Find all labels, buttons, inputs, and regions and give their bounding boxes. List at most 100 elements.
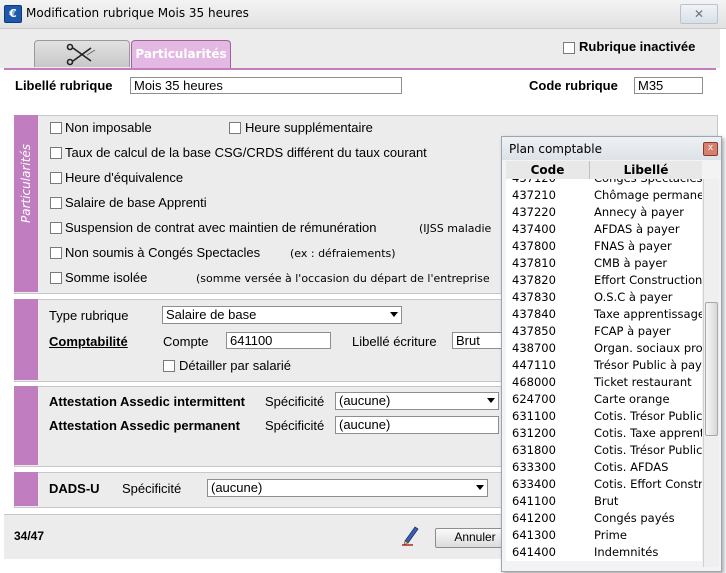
salaire-apprenti-label: Salaire de base Apprenti <box>65 195 207 210</box>
heure-supplementaire-checkbox[interactable] <box>229 122 241 134</box>
table-row[interactable]: 437810 CMB à payer <box>506 255 702 272</box>
table-row[interactable]: 437820 Effort Construction <box>506 272 702 289</box>
row-code: 641400 <box>512 545 556 559</box>
plan-comptable-scrollbar-thumb[interactable] <box>705 302 718 436</box>
table-row[interactable]: 641100 Brut <box>506 493 702 510</box>
table-row[interactable]: 437800 FNAS à payer <box>506 238 702 255</box>
dads-select[interactable]: (aucune) <box>207 479 488 497</box>
type-rubrique-select[interactable]: Salaire de base <box>162 306 402 324</box>
column-header-libelle[interactable]: Libellé <box>590 161 702 179</box>
plan-comptable-close-button[interactable]: x <box>703 142 718 156</box>
non-imposable-checkbox[interactable] <box>50 122 62 134</box>
taux-csg-checkbox[interactable] <box>50 147 62 159</box>
table-row[interactable]: 631800 Cotis. Trésor Public <box>506 442 702 459</box>
code-rubrique-label: Code rubrique <box>529 78 618 93</box>
rubrique-inactivee-checkbox[interactable] <box>563 42 575 54</box>
row-libelle: Prime <box>594 528 627 542</box>
comptabilite-link[interactable]: Comptabilité <box>49 334 128 349</box>
row-code: 437120 <box>506 179 590 187</box>
suspension-contrat-checkbox[interactable] <box>50 222 62 234</box>
heure-equivalence-label: Heure d'équivalence <box>65 170 184 185</box>
heure-equivalence-checkbox[interactable] <box>50 172 62 184</box>
table-row[interactable]: 631100 Cotis. Trésor Public <box>506 408 702 425</box>
suspension-contrat-label: Suspension de contrat avec maintien de r… <box>65 220 377 235</box>
table-row[interactable]: 437840 Taxe apprentissage <box>506 306 702 323</box>
detailler-salarie-checkbox[interactable] <box>163 360 175 372</box>
somme-isolee-hint: (somme versée à l'occasion du départ de … <box>196 272 490 285</box>
type-rubrique-value: Salaire de base <box>166 307 257 322</box>
row-libelle: Cotis. Taxe apprentissage <box>594 426 702 440</box>
compte-label: Compte <box>163 334 209 349</box>
code-rubrique-input[interactable]: M35 <box>634 77 703 94</box>
row-libelle: Organ. sociaux produits <box>594 341 702 355</box>
row-code: 437850 <box>512 324 556 338</box>
heure-supplementaire-label: Heure supplémentaire <box>245 120 373 135</box>
table-row[interactable]: 437850 FCAP à payer <box>506 323 702 340</box>
row-code: 631200 <box>512 426 556 440</box>
row-libelle: Indemnités <box>594 545 659 559</box>
table-row[interactable]: 438700 Organ. sociaux produits <box>506 340 702 357</box>
assedic-intermittent-specificite-label: Spécificité <box>265 394 325 409</box>
row-libelle: FCAP à payer <box>594 324 671 338</box>
assedic-side-band <box>14 386 38 465</box>
row-libelle: O.S.C à payer <box>594 290 673 304</box>
table-row[interactable]: 437830 O.S.C à payer <box>506 289 702 306</box>
row-libelle: Brut <box>594 494 619 508</box>
table-row[interactable]: 641200 Congés payés <box>506 510 702 527</box>
type-rubrique-label: Type rubrique <box>49 308 129 323</box>
row-libelle: FNAS à payer <box>594 239 672 253</box>
assedic-permanent-label: Attestation Assedic permanent <box>49 418 240 433</box>
row-libelle: Trésor Public à payer <box>594 358 702 372</box>
table-row[interactable]: 631200 Cotis. Taxe apprentissage <box>506 425 702 442</box>
row-libelle: Annecy à payer <box>594 205 684 219</box>
dads-label: DADS-U <box>49 481 100 496</box>
detailler-salarie-label: Détailler par salarié <box>179 358 291 373</box>
plan-comptable-title-bar: Plan comptable <box>502 137 721 160</box>
assedic-permanent-select[interactable]: (aucune) <box>335 416 499 434</box>
compte-input[interactable]: 641100 <box>226 332 331 349</box>
row-code: 438700 <box>512 341 556 355</box>
table-row[interactable]: 437220 Annecy à payer <box>506 204 702 221</box>
tab-particularites[interactable]: Particularités <box>131 40 231 69</box>
tab-general[interactable] <box>34 40 130 67</box>
table-row[interactable]: 641400 Indemnités <box>506 544 702 561</box>
table-row[interactable]: 447110 Trésor Public à payer <box>506 357 702 374</box>
row-code: 633400 <box>512 477 556 491</box>
row-libelle: Chômage permanents <box>594 188 702 202</box>
libelle-rubrique-input[interactable]: Mois 35 heures <box>130 77 402 94</box>
row-code: 641100 <box>512 494 556 508</box>
table-row[interactable]: 437210 Chômage permanents <box>506 187 702 204</box>
salaire-apprenti-checkbox[interactable] <box>50 197 62 209</box>
table-row[interactable]: 633300 Cotis. AFDAS <box>506 459 702 476</box>
assedic-permanent-specificite-label: Spécificité <box>265 418 325 433</box>
table-row[interactable]: 437120Congés Spectacles <box>506 179 702 187</box>
row-code: 631800 <box>512 443 556 457</box>
table-row[interactable]: 633400 Cotis. Effort Construction <box>506 476 702 493</box>
row-libelle: Taxe apprentissage <box>594 307 702 321</box>
pen-icon[interactable] <box>400 524 420 546</box>
row-code: 437400 <box>512 222 556 236</box>
assedic-intermittent-select[interactable]: (aucune) <box>335 392 499 410</box>
chevron-down-icon <box>487 398 495 403</box>
chevron-down-icon <box>390 312 398 317</box>
row-libelle: Cotis. Effort Construction <box>594 477 702 491</box>
somme-isolee-checkbox[interactable] <box>50 272 62 284</box>
row-libelle: Ticket restaurant <box>594 375 692 389</box>
table-row[interactable]: 624700 Carte orange <box>506 391 702 408</box>
non-soumis-conges-checkbox[interactable] <box>50 247 62 259</box>
column-header-code[interactable]: Code <box>506 161 590 179</box>
row-libelle: Cotis. Trésor Public <box>594 409 702 423</box>
plan-comptable-list: 437120Congés Spectacles437210Chômage per… <box>506 179 702 561</box>
table-row[interactable]: 437400 AFDAS à payer <box>506 221 702 238</box>
row-code: 437800 <box>512 239 556 253</box>
dads-specificite-label: Spécificité <box>122 481 182 496</box>
dads-value: (aucune) <box>211 480 263 495</box>
row-libelle: CMB à payer <box>594 256 668 270</box>
table-row[interactable]: 468000 Ticket restaurant <box>506 374 702 391</box>
window-close-button[interactable]: ✕ <box>680 4 718 24</box>
dads-side-band <box>14 472 38 506</box>
table-row[interactable]: 641300 Prime <box>506 527 702 544</box>
row-libelle: AFDAS à payer <box>594 222 680 236</box>
row-code: 437820 <box>512 273 556 287</box>
row-code: 437220 <box>512 205 556 219</box>
